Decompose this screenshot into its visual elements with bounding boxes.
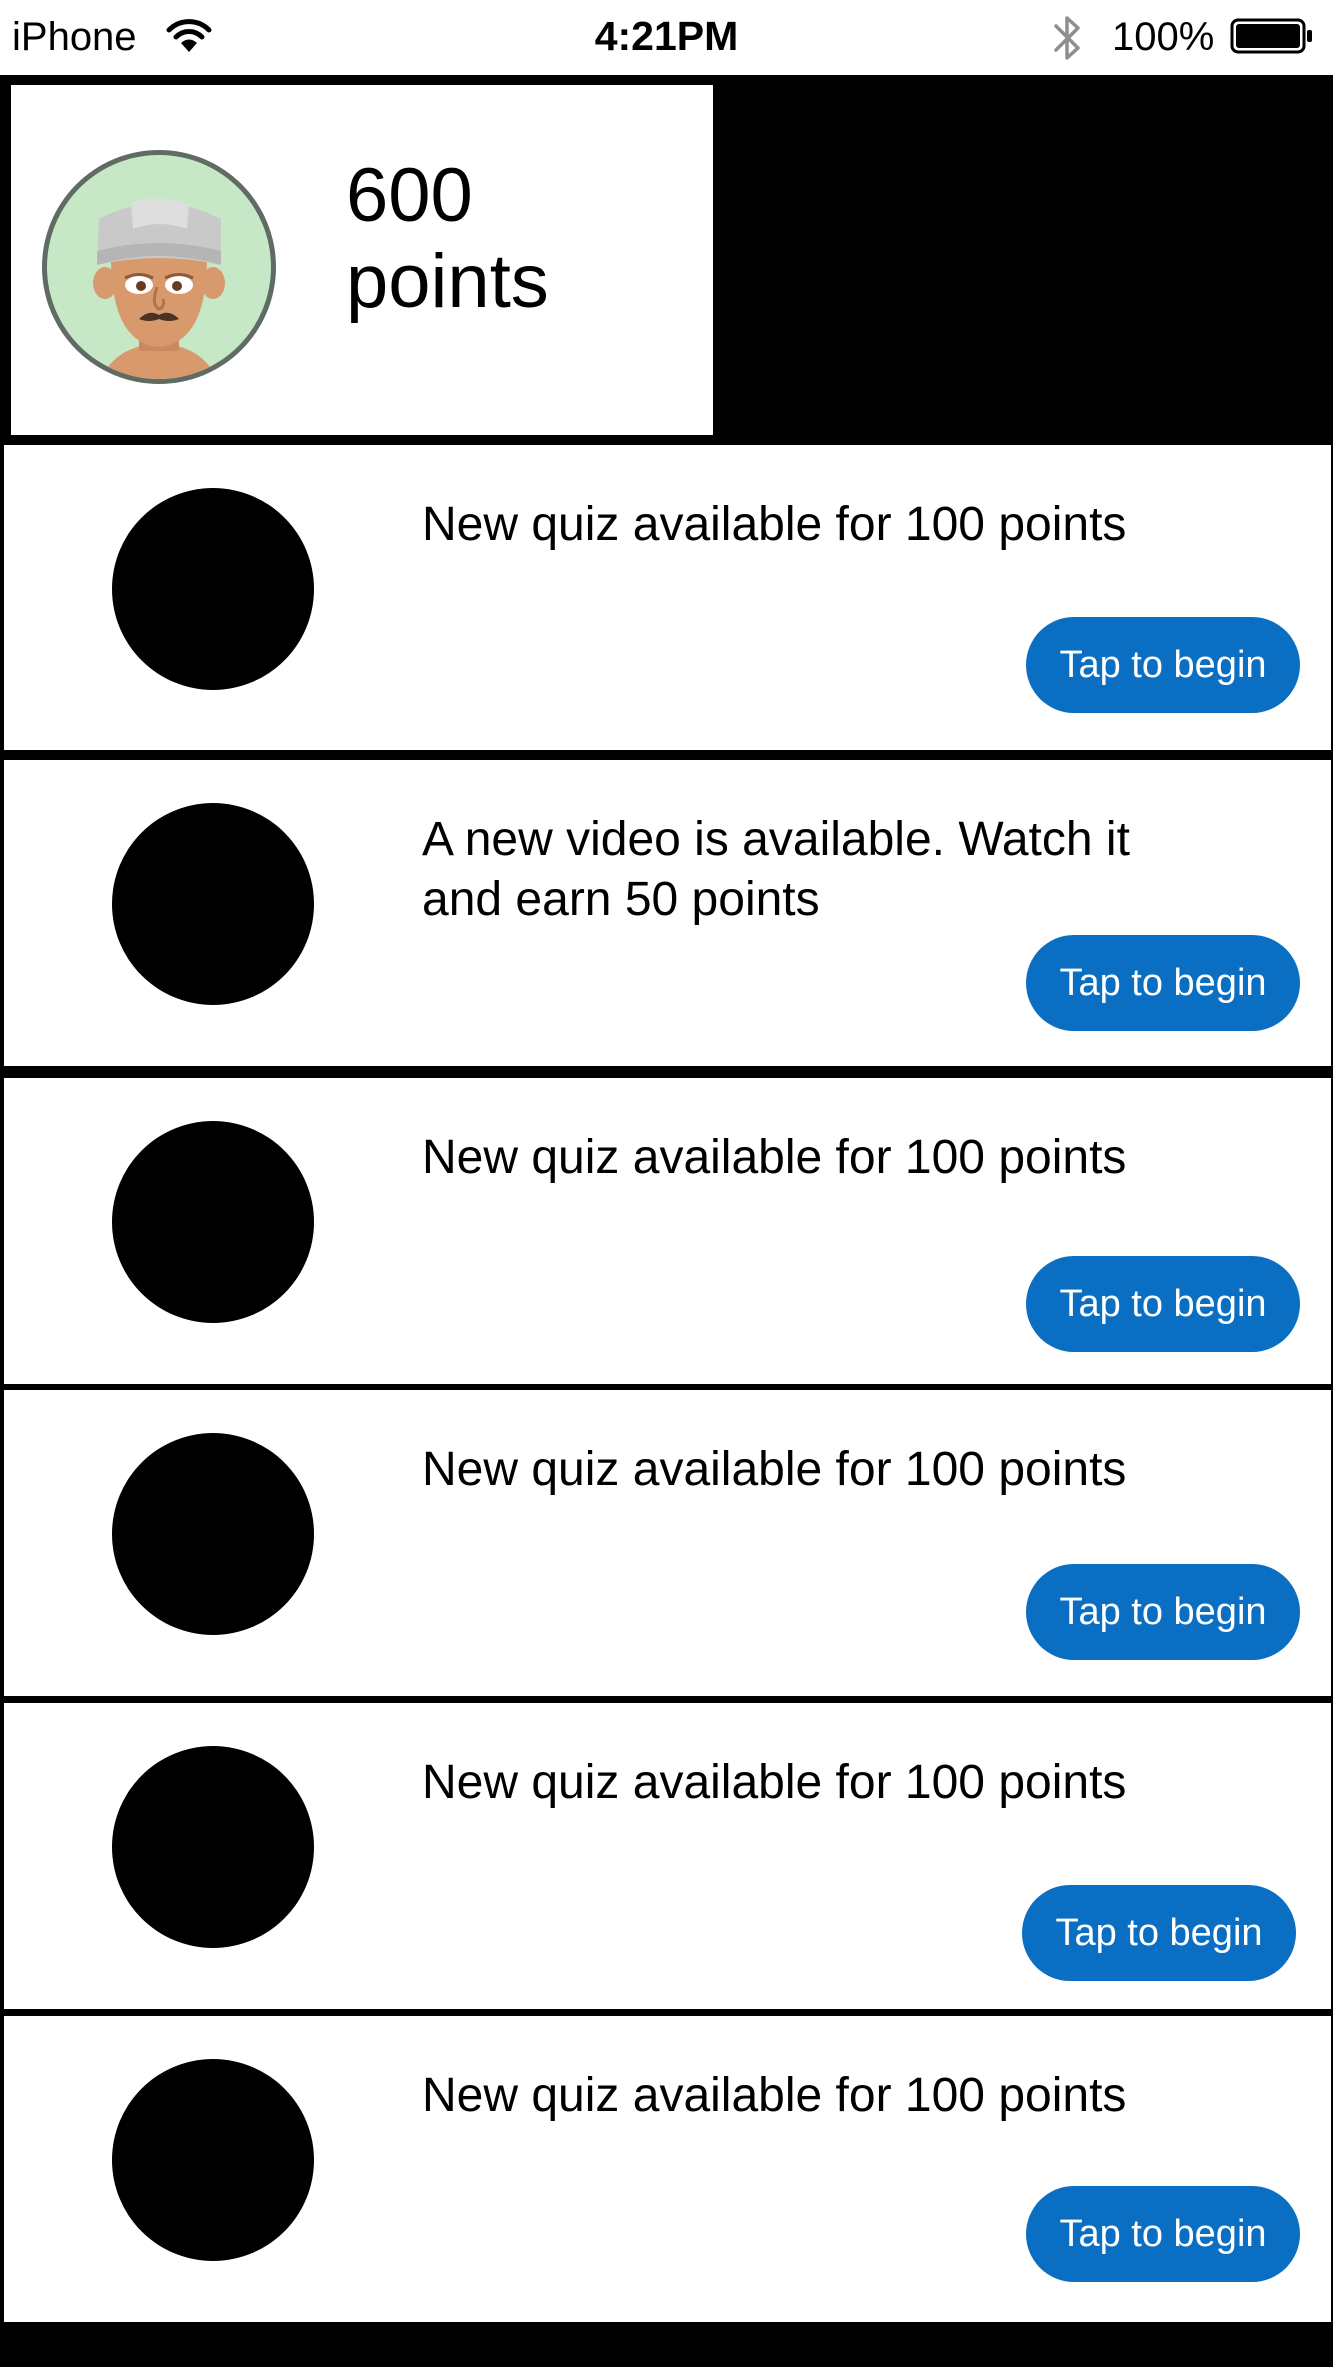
profile-card: 600 points [11, 85, 713, 435]
tap-to-begin-button[interactable]: Tap to begin [1022, 1885, 1296, 1981]
feed-card: New quiz available for 100 points Tap to… [4, 1390, 1331, 1696]
card-message: A new video is available. Watch it and e… [422, 813, 1130, 926]
app-screen: iPhone 4:21PM 100% 600 points New quiz a… [0, 0, 1333, 2367]
points-display: 600 points [346, 153, 686, 325]
points-label: points [346, 239, 549, 324]
avatar[interactable] [39, 147, 279, 387]
tap-to-begin-button[interactable]: Tap to begin [1026, 1564, 1300, 1660]
feed-card: A new video is available. Watch it and e… [4, 760, 1331, 1066]
status-bar: iPhone 4:21PM 100% [0, 0, 1333, 75]
card-thumbnail [112, 803, 314, 1005]
battery-icon [1230, 18, 1312, 54]
card-message: New quiz available for 100 points [422, 1131, 1127, 1184]
bluetooth-icon [1054, 16, 1080, 60]
card-message: New quiz available for 100 points [422, 1756, 1127, 1809]
tap-to-begin-button[interactable]: Tap to begin [1026, 2186, 1300, 2282]
points-value: 600 [346, 153, 473, 238]
card-thumbnail [112, 2059, 314, 2261]
battery-percent: 100% [1112, 15, 1215, 59]
feed-card: New quiz available for 100 points Tap to… [4, 1703, 1331, 2009]
feed-card: New quiz available for 100 points Tap to… [4, 2016, 1331, 2322]
tap-to-begin-button[interactable]: Tap to begin [1026, 617, 1300, 713]
feed-card: New quiz available for 100 points Tap to… [4, 445, 1331, 750]
card-message: New quiz available for 100 points [422, 2069, 1127, 2122]
card-thumbnail [112, 488, 314, 690]
tap-to-begin-button[interactable]: Tap to begin [1026, 1256, 1300, 1352]
card-message: New quiz available for 100 points [422, 498, 1127, 551]
card-thumbnail [112, 1433, 314, 1635]
card-message: New quiz available for 100 points [422, 1443, 1127, 1496]
card-thumbnail [112, 1746, 314, 1948]
card-thumbnail [112, 1121, 314, 1323]
tap-to-begin-button[interactable]: Tap to begin [1026, 935, 1300, 1031]
feed-card: New quiz available for 100 points Tap to… [4, 1078, 1331, 1384]
